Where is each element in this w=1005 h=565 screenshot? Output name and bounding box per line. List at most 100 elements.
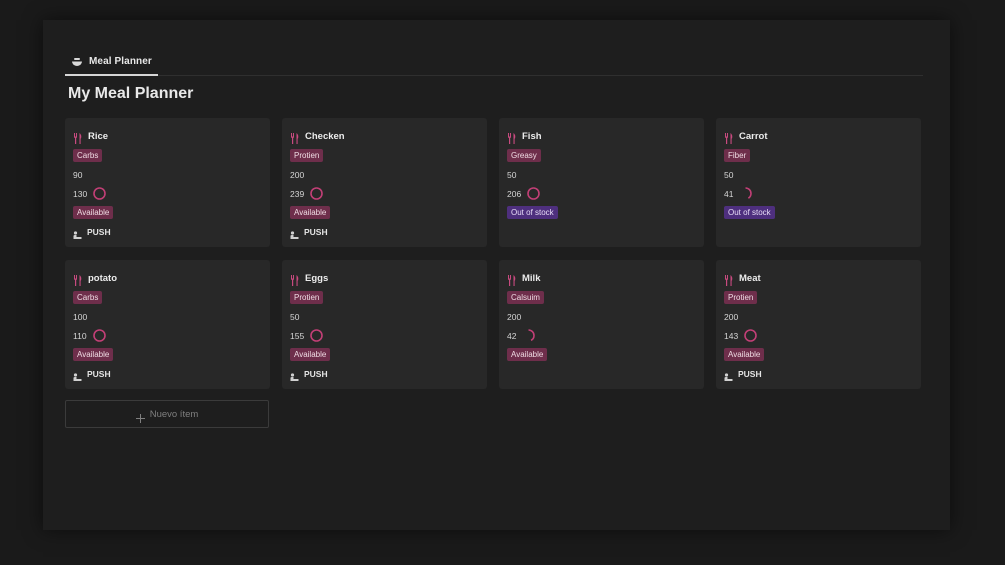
meal-card[interactable]: potato Carbs 100 110 Available PUSH — [65, 260, 270, 389]
progress-ring-icon — [744, 329, 757, 342]
progress-ring-icon — [92, 329, 106, 342]
progress-ring-icon — [310, 187, 323, 200]
value-text: 200 — [507, 311, 522, 322]
calories-text: 239 — [290, 188, 305, 199]
status-badge: Available — [507, 348, 548, 361]
push-row: PUSH — [73, 364, 262, 383]
status-badge: Available — [290, 206, 331, 219]
push-row: PUSH — [73, 222, 262, 241]
new-item-label: Nuevo ítem — [149, 408, 199, 420]
status-row: Available — [290, 203, 479, 222]
category-row: Protien — [724, 288, 913, 307]
progress-ring-icon — [522, 329, 536, 342]
card-title-row: potato — [73, 268, 262, 288]
value-row: 90 — [73, 165, 262, 184]
card-title: Fish — [522, 130, 542, 142]
push-row: PUSH — [290, 222, 479, 241]
value-text: 100 — [73, 311, 88, 322]
calories-row: 239 — [290, 184, 479, 203]
value-text: 200 — [290, 169, 305, 180]
tab-meal-planner[interactable]: Meal Planner — [65, 48, 158, 76]
card-title: Milk — [522, 272, 541, 284]
status-badge: Out of stock — [724, 206, 775, 219]
calories-text: 130 — [73, 188, 88, 199]
category-tag: Fiber — [724, 149, 751, 162]
status-row: Out of stock — [724, 203, 913, 222]
category-row: Greasy — [507, 146, 696, 165]
category-row: Protien — [290, 146, 479, 165]
category-tag: Protien — [724, 291, 758, 304]
value-row: 200 — [507, 307, 696, 326]
calories-text: 155 — [290, 330, 305, 341]
calories-row: 130 — [73, 184, 262, 203]
fork-knife-icon — [724, 131, 734, 144]
category-row: Carbs — [73, 288, 262, 307]
card-title: Rice — [88, 130, 109, 142]
value-row: 100 — [73, 307, 262, 326]
meal-card[interactable]: Eggs Protien 50 155 Available PUSH — [282, 260, 487, 389]
progress-ring-icon — [310, 329, 323, 342]
fork-knife-icon — [290, 273, 300, 286]
meal-card[interactable]: Checken Protien 200 239 Available PUSH — [282, 118, 487, 247]
value-text: 50 — [724, 169, 734, 180]
fork-knife-icon — [507, 273, 517, 286]
category-tag: Carbs — [73, 291, 103, 304]
card-title-row: Eggs — [290, 268, 479, 288]
push-label: PUSH — [304, 368, 328, 379]
card-title-row: Carrot — [724, 126, 913, 146]
category-row: Fiber — [724, 146, 913, 165]
card-title-row: Milk — [507, 268, 696, 288]
status-row: Available — [724, 345, 913, 364]
status-row: Available — [73, 345, 262, 364]
meal-card[interactable]: Carrot Fiber 50 41 Out of stock — [716, 118, 921, 247]
push-label: PUSH — [738, 368, 762, 379]
fork-knife-icon — [290, 131, 300, 144]
meal-card[interactable]: Fish Greasy 50 206 Out of stock — [499, 118, 704, 247]
new-item-button[interactable]: Nuevo ítem — [65, 400, 269, 428]
view-tab-bar: Meal Planner — [65, 48, 923, 76]
person-icon — [290, 369, 299, 381]
progress-ring-icon — [93, 187, 106, 200]
calories-row: 42 — [507, 326, 696, 345]
calories-text: 143 — [724, 330, 739, 341]
calories-text: 42 — [507, 330, 517, 341]
status-badge: Available — [290, 348, 331, 361]
card-title: Eggs — [305, 272, 329, 284]
status-badge: Available — [73, 348, 114, 361]
person-icon — [724, 369, 733, 381]
fork-knife-icon — [73, 273, 83, 286]
status-row: Available — [507, 345, 696, 364]
progress-ring-icon — [527, 187, 540, 200]
value-row: 50 — [507, 165, 696, 184]
meal-card[interactable]: Meat Protien 200 143 Available PUSH — [716, 260, 921, 389]
card-title-row: Rice — [73, 126, 262, 146]
category-tag: Protien — [290, 149, 324, 162]
status-row: Available — [73, 203, 262, 222]
person-icon — [73, 369, 82, 381]
category-row: Carbs — [73, 146, 262, 165]
meal-card[interactable]: Milk Calsuim 200 42 Available — [499, 260, 704, 389]
status-row: Out of stock — [507, 203, 696, 222]
value-text: 50 — [290, 311, 300, 322]
category-tag: Greasy — [507, 149, 541, 162]
person-icon — [290, 227, 299, 239]
category-tag: Calsuim — [507, 291, 544, 304]
value-row: 50 — [290, 307, 479, 326]
status-badge: Available — [73, 206, 114, 219]
fork-knife-icon — [724, 273, 734, 286]
app-window: Meal Planner My Meal Planner Rice Carbs … — [43, 20, 950, 530]
category-tag: Protien — [290, 291, 324, 304]
meal-card[interactable]: Rice Carbs 90 130 Available PUSH — [65, 118, 270, 247]
card-title-row: Fish — [507, 126, 696, 146]
value-row: 200 — [724, 307, 913, 326]
progress-ring-icon — [739, 187, 753, 200]
calories-text: 110 — [73, 330, 87, 341]
push-row: PUSH — [724, 364, 913, 383]
push-label: PUSH — [87, 368, 111, 379]
card-title-row: Checken — [290, 126, 479, 146]
fork-knife-icon — [73, 131, 83, 144]
page-title: My Meal Planner — [68, 85, 194, 102]
card-title-row: Meat — [724, 268, 913, 288]
category-tag: Carbs — [73, 149, 103, 162]
person-icon — [73, 227, 82, 239]
